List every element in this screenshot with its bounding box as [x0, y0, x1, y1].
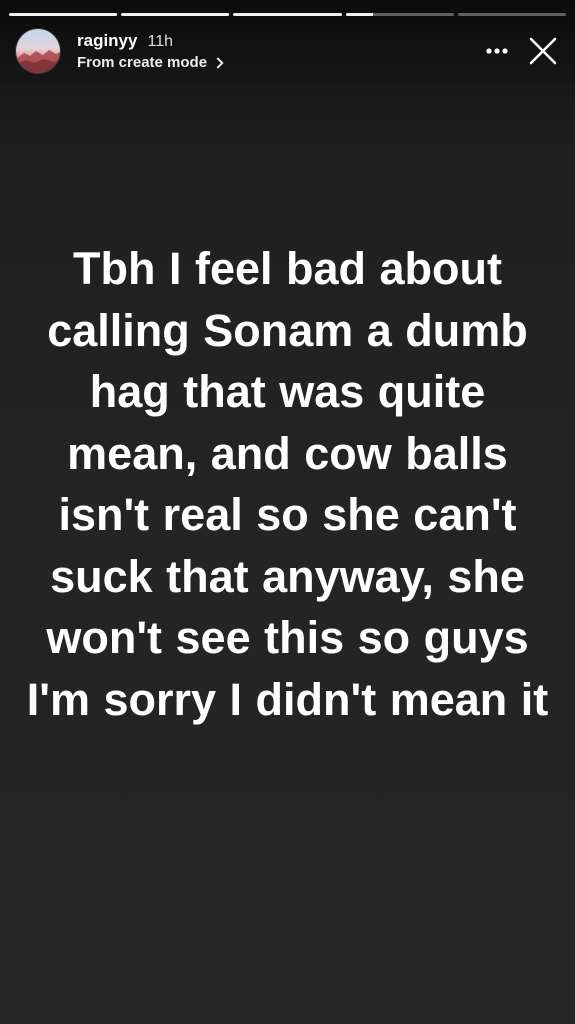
username-link[interactable]: raginyy: [77, 31, 137, 51]
post-time: 11h: [147, 32, 173, 50]
progress-segment: [457, 13, 567, 16]
profile-avatar[interactable]: [16, 29, 60, 73]
story-progress-bar: [9, 13, 567, 16]
more-options-button[interactable]: [477, 31, 517, 71]
story-text: Tbh I feel bad about calling Sonam a dum…: [26, 243, 549, 725]
close-icon: [529, 37, 557, 65]
story-viewer[interactable]: raginyy 11h From create mode Tbh I feel …: [0, 0, 575, 1024]
progress-segment-fill: [345, 13, 373, 16]
progress-segment: [233, 13, 342, 16]
story-meta: raginyy 11h From create mode: [77, 31, 477, 72]
progress-segment: [121, 13, 230, 16]
progress-segment-fill: [121, 13, 230, 16]
close-button[interactable]: [523, 31, 563, 71]
progress-segment-fill: [9, 13, 118, 16]
create-mode-link[interactable]: From create mode: [77, 54, 477, 72]
progress-segment-fill: [233, 13, 342, 16]
chevron-right-icon: [212, 57, 224, 69]
more-horizontal-icon: [486, 48, 508, 54]
meta-line-user: raginyy 11h: [77, 31, 477, 52]
progress-segment: [345, 13, 454, 16]
source-label: From create mode: [77, 53, 208, 71]
avatar-image: [16, 29, 60, 73]
progress-segment: [9, 13, 118, 16]
story-header: raginyy 11h From create mode: [16, 28, 563, 74]
